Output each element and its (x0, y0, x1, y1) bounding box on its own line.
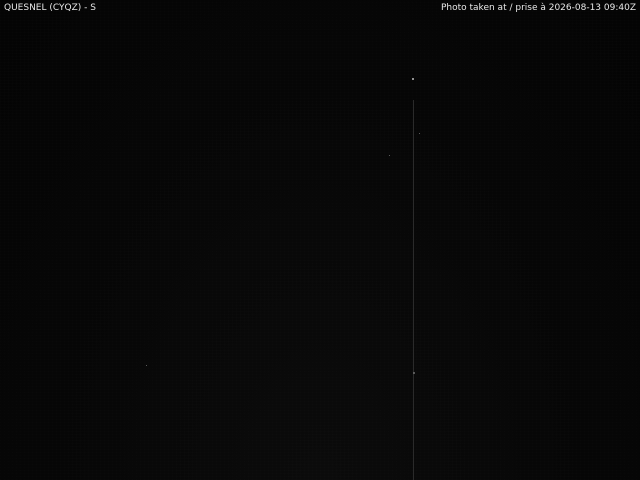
mast-top-light (412, 78, 414, 80)
antenna-mast (413, 100, 414, 480)
distant-light (146, 365, 147, 366)
mast-mid-light (413, 372, 415, 374)
star (419, 133, 420, 134)
star (389, 155, 390, 156)
sensor-noise (0, 0, 640, 480)
webcam-image: QUESNEL (CYQZ) - S Photo taken at / pris… (0, 0, 640, 480)
station-label: QUESNEL (CYQZ) - S (4, 3, 96, 13)
timestamp-label: Photo taken at / prise à 2026-08-13 09:4… (440, 3, 636, 13)
